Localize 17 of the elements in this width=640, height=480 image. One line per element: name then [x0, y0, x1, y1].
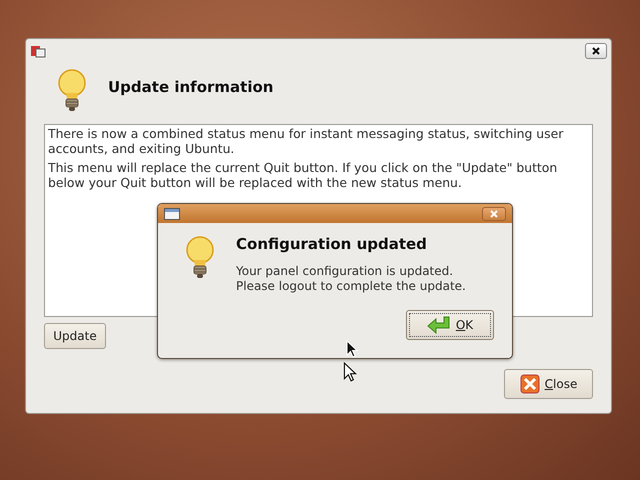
close-icon	[520, 374, 540, 394]
cursor-icon	[346, 340, 358, 358]
close-window-icon[interactable]	[585, 42, 607, 59]
message-paragraph: This menu will replace the current Quit button. If you click on the "Update" button below your Quit button will be replaced with the new status menu.	[48, 160, 558, 190]
message-text: Your panel configuration is updated.	[236, 264, 454, 279]
enter-arrow-icon	[426, 316, 451, 334]
dialog-heading: Update information	[108, 78, 274, 96]
lightbulb-icon	[184, 235, 216, 281]
window-icon	[164, 208, 180, 220]
message-paragraph: There is now a combined status menu for instant messaging status, switching user accounts, and exiting Ubuntu.	[48, 126, 564, 156]
app-icon	[30, 44, 46, 58]
message-text: Please logout to complete the update.	[236, 279, 466, 294]
ok-button[interactable]: OK	[406, 310, 494, 340]
dialog-heading: Configuration updated	[236, 235, 428, 253]
cursor-icon	[343, 362, 357, 382]
update-button[interactable]: Update	[44, 323, 106, 349]
close-button[interactable]: Close	[504, 369, 593, 399]
